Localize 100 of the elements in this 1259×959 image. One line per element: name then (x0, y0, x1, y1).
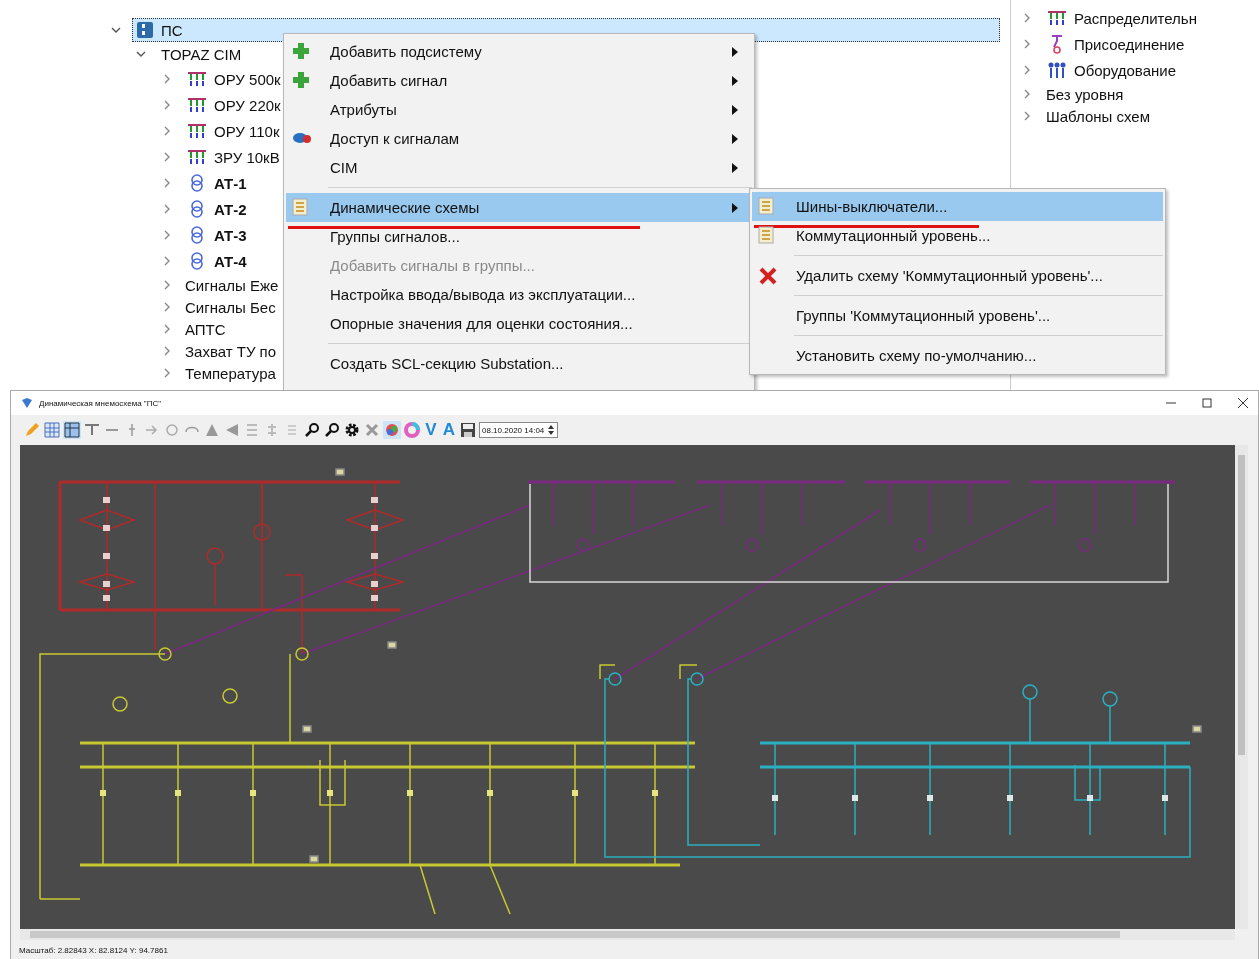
menu-item[interactable]: Группы 'Коммутационный уровень'... (752, 301, 1163, 330)
menu-item[interactable]: Группы сигналов... (286, 222, 752, 251)
menu-item-label: Добавить сигналы в группы... (330, 257, 535, 274)
delete-icon (758, 266, 778, 286)
submenu-arrow-icon (732, 163, 738, 173)
menu-item-label: Настройка ввода/вывода из эксплуатации... (330, 286, 636, 303)
menu-item-label: Добавить сигнал (330, 72, 448, 89)
menu-item-label: Группы 'Коммутационный уровень'... (796, 307, 1051, 324)
plus-icon (292, 71, 310, 89)
tree-label: Присоединение (1074, 35, 1185, 53)
menu-item-label: Группы сигналов... (330, 228, 460, 245)
tree-label: АТ-4 (214, 252, 247, 270)
tree-label: Захват ТУ по (185, 342, 277, 360)
close-icon[interactable] (1238, 398, 1248, 408)
menu-item[interactable]: Атрибуты (286, 95, 752, 124)
tree-item[interactable]: Без уровня (1021, 83, 1259, 105)
palette-icon[interactable] (383, 421, 401, 439)
menu-item-label: Коммутационный уровень... (796, 227, 991, 244)
tree-label: TOPAZ CIM (161, 45, 242, 63)
tree-item[interactable]: Температура (0, 362, 282, 384)
tree-item[interactable]: Присоединение (1021, 31, 1259, 57)
tree-item[interactable]: АТ-1 (0, 170, 253, 196)
grid-icon[interactable] (63, 421, 81, 439)
menu-item-label: CIM (330, 159, 358, 176)
menu-item-label: Добавить подсистему (330, 43, 482, 60)
tree-label: АПТС (185, 320, 226, 338)
tree-item[interactable]: АПТС (0, 318, 232, 340)
menu-item[interactable]: Доступ к сигналам (286, 124, 752, 153)
tree-item[interactable]: TOPAZ CIM (0, 42, 248, 66)
tree-label: Температура (185, 364, 276, 382)
tree-label: ПС (161, 21, 183, 39)
submenu-arrow-icon (732, 203, 738, 213)
menu-item[interactable]: Создать SCL-секцию Substation... (286, 349, 752, 378)
app-icon (21, 397, 33, 409)
tree-item[interactable]: Сигналы Бес (0, 296, 282, 318)
menu-item[interactable]: Настройка ввода/вывода из эксплуатации... (286, 280, 752, 309)
zoom-out-icon[interactable] (323, 421, 341, 439)
tree-label: Сигналы Бес (185, 298, 276, 316)
scheme-icon (292, 198, 308, 216)
menu-item[interactable]: Установить схему по-умолчанию... (752, 341, 1163, 370)
maximize-icon[interactable] (1202, 398, 1212, 408)
tree-label: Шаблоны схем (1046, 107, 1150, 125)
grid-icon[interactable] (43, 421, 61, 439)
tree-item[interactable]: ЗРУ 10кВ (0, 144, 286, 170)
menu-item[interactable]: CIM (286, 153, 752, 182)
spinner-icon[interactable] (547, 424, 556, 436)
building-icon (136, 21, 154, 39)
zoom-in-icon[interactable] (303, 421, 321, 439)
tree-item[interactable]: Сигналы Еже (0, 274, 285, 296)
menu-item[interactable]: Удалить схему 'Коммутационный уровень'... (752, 261, 1163, 290)
tree-label: ОРУ 500к (214, 70, 281, 88)
tree-item[interactable]: ОРУ 220к (0, 92, 287, 118)
tree-label: ОРУ 220к (214, 96, 281, 114)
node-icon[interactable] (163, 421, 181, 439)
tree-label: АТ-3 (214, 226, 247, 244)
menu-item-label: Создать SCL-секцию Substation... (330, 355, 564, 372)
menu-item[interactable]: Коммутационный уровень... (752, 221, 1163, 250)
menu-item-label: Опорные значения для оценки состояния... (330, 315, 633, 332)
tree-label: ЗРУ 10кВ (214, 148, 280, 166)
window-title: Динамическая мнемосхема "ПС" (39, 398, 162, 408)
submenu-arrow-icon (732, 47, 738, 57)
date-field[interactable]: 08.10.2020 14:04 (479, 422, 559, 438)
menu-item[interactable]: Добавить сигнал (286, 66, 752, 95)
tree-label: АТ-2 (214, 200, 247, 218)
tree-label: Без уровня (1046, 85, 1124, 103)
tree-item[interactable]: ОРУ 110к (0, 118, 286, 144)
tree-label: Распределительн (1074, 9, 1197, 27)
save-icon[interactable] (459, 421, 477, 439)
tree-label: ОРУ 110к (214, 122, 280, 140)
menu-item-label: Доступ к сигналам (330, 130, 460, 147)
tree-item[interactable]: Шаблоны схем (1021, 105, 1259, 127)
submenu-arrow-icon (732, 134, 738, 144)
tree-item[interactable]: Захват ТУ по (0, 340, 283, 362)
equipment-icon (1047, 61, 1067, 79)
color-wheel-icon[interactable] (403, 421, 421, 439)
settings-icon[interactable] (343, 421, 361, 439)
pencil-icon[interactable] (23, 421, 41, 439)
plus-icon (292, 42, 310, 60)
tree-label: Оборудование (1074, 61, 1177, 79)
horizontal-scrollbar[interactable] (20, 929, 1235, 940)
submenu-arrow-icon (732, 105, 738, 115)
tree-item[interactable]: АТ-4 (0, 248, 253, 274)
tree-item[interactable]: Оборудование (1021, 57, 1259, 83)
menu-item-label: Динамические схемы (330, 199, 480, 216)
vertical-scrollbar[interactable] (1235, 445, 1248, 929)
tree-item[interactable]: АТ-3 (0, 222, 253, 248)
tree-label: АТ-1 (214, 174, 247, 192)
tree-item[interactable]: ОРУ 500к (0, 66, 287, 92)
submenu-arrow-icon (732, 76, 738, 86)
scheme-icon (758, 197, 774, 215)
menu-item-label: Удалить схему 'Коммутационный уровень'... (796, 267, 1103, 284)
tree-label: Сигналы Еже (185, 276, 279, 294)
menu-item[interactable]: Опорные значения для оценки состояния... (286, 309, 752, 338)
scheme-icon (758, 226, 774, 244)
status-bar-text: Масштаб: 2.82843 X: 82.8124 Y: 94.7861 (18, 945, 168, 955)
menu-item-label: Атрибуты (330, 101, 397, 118)
tree-item[interactable]: АТ-2 (0, 196, 253, 222)
tree-item[interactable]: Распределительн (1021, 5, 1259, 31)
menu-item-label: Шины-выключатели... (796, 198, 948, 215)
menu-item-label: Установить схему по-умолчанию... (796, 347, 1037, 364)
